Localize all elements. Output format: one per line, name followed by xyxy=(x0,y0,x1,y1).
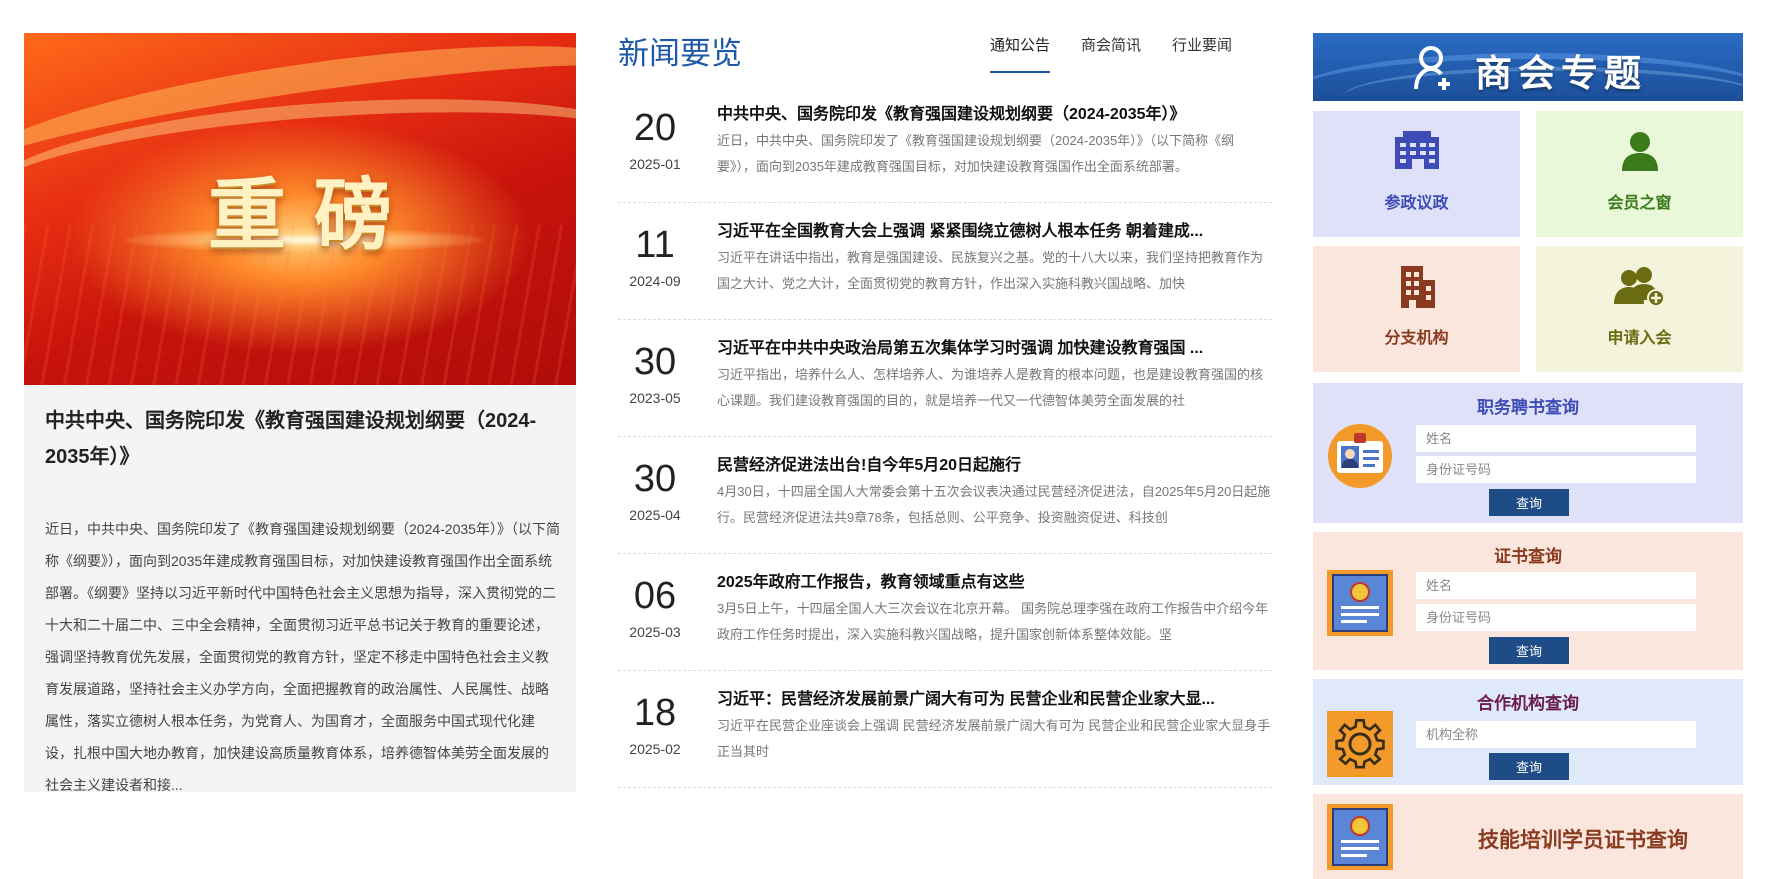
add-member-icon xyxy=(1613,267,1665,306)
id-badge-icon xyxy=(1328,424,1392,488)
news-headline[interactable]: 习近平在全国教育大会上强调 紧紧围绕立德树人根本任务 朝着建成... xyxy=(717,217,1272,241)
news-year-month: 2023-05 xyxy=(629,390,681,406)
news-year-month: 2024-09 xyxy=(629,273,681,289)
tile-apply-membership[interactable]: 申请入会 xyxy=(1536,246,1743,372)
tab-chamber-news[interactable]: 商会简讯 xyxy=(1081,34,1141,73)
news-day: 06 xyxy=(633,575,677,617)
office-icon xyxy=(1400,266,1435,308)
news-tabs: 通知公告 商会简讯 行业要闻 xyxy=(990,34,1263,73)
tab-industry-news[interactable]: 行业要闻 xyxy=(1172,34,1232,73)
tile-label: 申请入会 xyxy=(1607,330,1672,347)
news-summary: 习近平在讲话中指出，教育是强国建设、民族复兴之基。党的十八大以来，我们坚持把教育… xyxy=(717,250,1264,291)
news-summary: 近日，中共中央、国务院印发了《教育强国建设规划纲要（2024-2035年）》（以… xyxy=(717,133,1235,174)
certificate-icon xyxy=(1327,570,1393,636)
featured-article-card[interactable]: 重磅 中共中央、国务院印发《教育强国建设规划纲要（2024-2035年）》 近日… xyxy=(24,33,576,793)
news-item[interactable]: 20 2025-01 中共中央、国务院印发《教育强国建设规划纲要（2024-20… xyxy=(618,86,1272,203)
special-topics-title: 商会专题 xyxy=(1475,51,1647,95)
certificate-query-panel: 证书查询 查询 xyxy=(1313,532,1743,670)
certificate-icon xyxy=(1327,804,1393,870)
featured-article-title[interactable]: 中共中央、国务院印发《教育强国建设规划纲要（2024-2035年）》 xyxy=(45,403,560,475)
tab-notices[interactable]: 通知公告 xyxy=(990,34,1051,73)
news-year-month: 2025-04 xyxy=(629,507,681,523)
news-day: 30 xyxy=(633,341,677,383)
news-day: 11 xyxy=(635,224,675,266)
news-headline[interactable]: 中共中央、国务院印发《教育强国建设规划纲要（2024-2035年）》 xyxy=(717,100,1272,124)
person-icon xyxy=(1621,132,1658,171)
news-day: 30 xyxy=(633,458,677,500)
name-input[interactable] xyxy=(1416,425,1696,452)
news-day: 20 xyxy=(633,107,677,149)
appointment-query-panel: 职务聘书查询 查询 xyxy=(1313,383,1743,523)
query-title: 职务聘书查询 xyxy=(1477,398,1579,417)
news-headline[interactable]: 习近平：民营经济发展前景广阔大有可为 民营企业和民营企业家大显... xyxy=(717,685,1272,709)
member-add-icon xyxy=(1414,46,1450,90)
news-year-month: 2025-02 xyxy=(629,741,681,757)
news-day: 18 xyxy=(633,692,677,734)
news-year-month: 2025-03 xyxy=(629,624,681,640)
news-section-title: 新闻要览 xyxy=(618,36,742,71)
special-topics-banner: 商会专题 xyxy=(1313,33,1743,101)
news-item[interactable]: 06 2025-03 2025年政府工作报告，教育领域重点有这些 3月5日上午，… xyxy=(618,554,1272,671)
news-item[interactable]: 30 2025-04 民营经济促进法出台!自今年5月20日起施行 4月30日，十… xyxy=(618,437,1272,554)
tile-label: 分支机构 xyxy=(1384,330,1449,347)
certificate-query-button[interactable]: 查询 xyxy=(1489,637,1569,664)
org-name-input[interactable] xyxy=(1416,721,1696,748)
tile-label: 参政议政 xyxy=(1384,195,1449,212)
news-summary: 习近平在民营企业座谈会上强调 民营经济发展前景广阔大有可为 民营企业和民营企业家… xyxy=(717,718,1271,759)
banner-text: 重磅 xyxy=(207,170,420,261)
gear-icon xyxy=(1327,711,1393,777)
news-headline[interactable]: 民营经济促进法出台!自今年5月20日起施行 xyxy=(717,451,1272,475)
featured-banner-image[interactable]: 重磅 xyxy=(24,33,576,385)
training-query-title: 技能培训学员证书查询 xyxy=(1478,829,1688,852)
news-item[interactable]: 11 2024-09 习近平在全国教育大会上强调 紧紧围绕立德树人根本任务 朝着… xyxy=(618,203,1272,320)
news-summary: 4月30日，十四届全国人大常委会第十五次会议表决通过民营经济促进法，自2025年… xyxy=(717,484,1271,525)
appointment-query-button[interactable]: 查询 xyxy=(1489,489,1569,516)
id-number-input[interactable] xyxy=(1416,604,1696,631)
query-title: 证书查询 xyxy=(1494,547,1562,566)
building-icon xyxy=(1394,131,1439,169)
tile-branches[interactable]: 分支机构 xyxy=(1313,246,1520,372)
featured-article-summary: 近日，中共中央、国务院印发了《教育强国建设规划纲要（2024-2035年）》（以… xyxy=(45,521,560,793)
name-input[interactable] xyxy=(1416,572,1696,599)
news-summary: 习近平指出，培养什么人、怎样培养人、为谁培养人是教育的根本问题，也是建设教育强国… xyxy=(717,367,1264,408)
training-certificate-query-panel[interactable]: 技能培训学员证书查询 xyxy=(1313,794,1743,879)
news-year-month: 2025-01 xyxy=(629,156,681,172)
partner-query-button[interactable]: 查询 xyxy=(1489,753,1569,780)
news-item[interactable]: 30 2023-05 习近平在中共中央政治局第五次集体学习时强调 加快建设教育强… xyxy=(618,320,1272,437)
tile-member-window[interactable]: 会员之窗 xyxy=(1536,111,1743,237)
id-number-input[interactable] xyxy=(1416,456,1696,483)
news-list: 20 2025-01 中共中央、国务院印发《教育强国建设规划纲要（2024-20… xyxy=(618,86,1272,788)
news-headline[interactable]: 2025年政府工作报告，教育领域重点有这些 xyxy=(717,568,1272,592)
partner-query-panel: 合作机构查询 查询 xyxy=(1313,679,1743,785)
tile-politics-participation[interactable]: 参政议政 xyxy=(1313,111,1520,237)
news-summary: 3月5日上午，十四届全国人大三次会议在北京开幕。 国务院总理李强在政府工作报告中… xyxy=(717,601,1269,642)
tile-label: 会员之窗 xyxy=(1607,195,1672,212)
news-item[interactable]: 18 2025-02 习近平：民营经济发展前景广阔大有可为 民营企业和民营企业家… xyxy=(618,671,1272,788)
news-headline[interactable]: 习近平在中共中央政治局第五次集体学习时强调 加快建设教育强国 ... xyxy=(717,334,1272,358)
